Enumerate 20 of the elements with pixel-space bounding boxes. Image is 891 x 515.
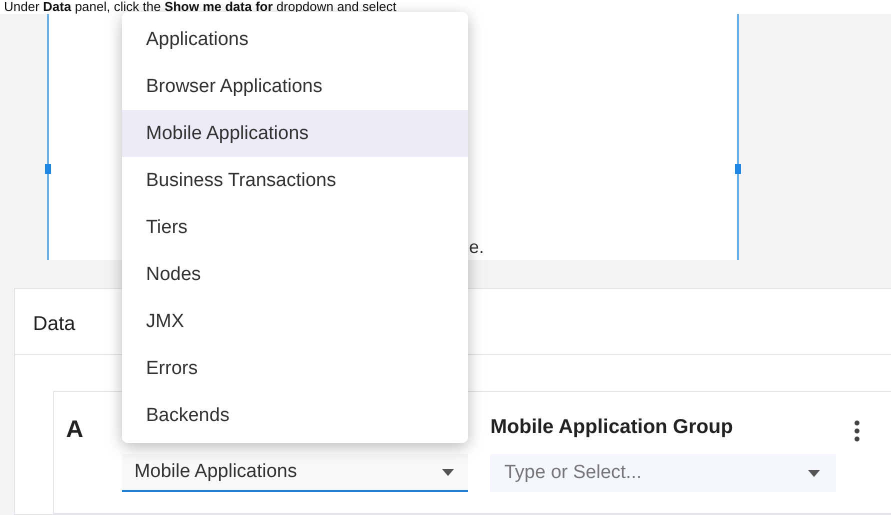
menu-item[interactable]: Business Transactions	[122, 157, 468, 204]
menu-item[interactable]: JMX	[122, 298, 468, 345]
group-select-field[interactable]: Type or Select...	[490, 454, 836, 492]
field-label: Mobile Application Group	[490, 416, 734, 440]
query-letter: A	[66, 416, 84, 444]
caret-icon	[442, 468, 454, 476]
menu-item[interactable]: Browser Applications	[122, 63, 468, 110]
menu-item[interactable]: Backends	[122, 392, 468, 439]
resize-handle[interactable]	[735, 164, 741, 174]
menu-item[interactable]: Errors	[122, 345, 468, 392]
show-me-data-dropdown[interactable]: Mobile Applications	[122, 454, 468, 492]
menu-item[interactable]: Applications	[122, 16, 468, 63]
caret-icon	[808, 470, 820, 477]
canvas-text: e.	[469, 237, 484, 258]
more-options-icon[interactable]	[854, 420, 860, 442]
menu-item[interactable]: Mobile Applications	[122, 110, 468, 157]
menu-item[interactable]: Tiers	[122, 204, 468, 251]
menu-item[interactable]: Nodes	[122, 251, 468, 298]
instruction-text: Under Data panel, click the Show me data for dropdown and select	[0, 0, 891, 14]
resize-handle[interactable]	[45, 164, 51, 174]
